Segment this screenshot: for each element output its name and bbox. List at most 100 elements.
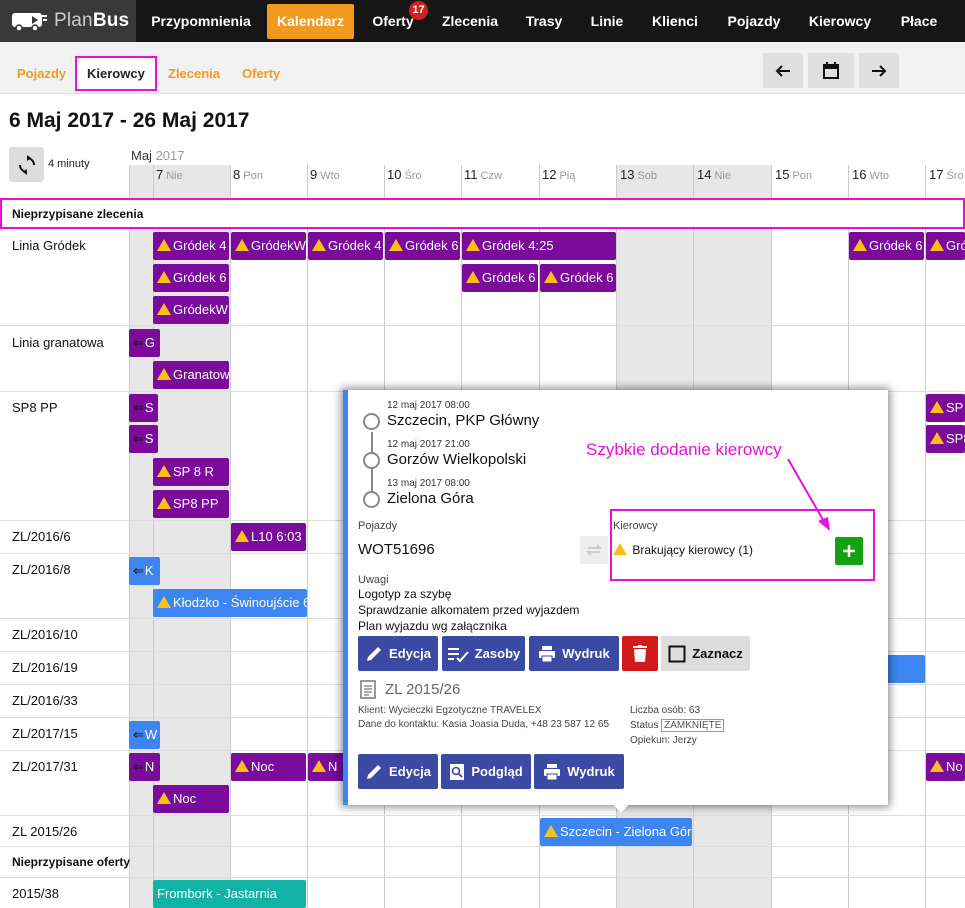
warning-icon bbox=[930, 401, 944, 413]
offers-count-badge: 17 bbox=[409, 1, 428, 20]
annotation-arrow-icon bbox=[787, 458, 830, 531]
stop-name: Szczecin, PKP Główny bbox=[387, 412, 540, 429]
day-column bbox=[129, 165, 153, 908]
calendar-event[interactable]: Gródek 6 bbox=[385, 232, 460, 260]
row-separator bbox=[0, 325, 965, 326]
delete-button[interactable] bbox=[622, 636, 658, 671]
tab-offers[interactable]: Oferty bbox=[242, 56, 280, 91]
order-print-button[interactable]: Wydruk bbox=[534, 754, 624, 789]
nav-routes[interactable]: Trasy bbox=[517, 0, 571, 42]
calendar-event[interactable]: Kłodzko - Świnoujście 6 bbox=[153, 589, 307, 617]
top-nav-bar: PlanBus Przypomnienia Kalendarz Oferty 1… bbox=[0, 0, 965, 42]
calendar-event[interactable]: No bbox=[926, 753, 965, 781]
calendar-event[interactable]: ⇐S bbox=[129, 425, 158, 453]
row-label: Linia Gródek bbox=[12, 238, 86, 253]
calendar-event[interactable]: SP 8 R bbox=[153, 458, 229, 486]
row-label: ZL/2017/31 bbox=[12, 759, 78, 774]
swap-vehicle-button[interactable] bbox=[580, 536, 608, 564]
nav-reminders[interactable]: Przypomnienia bbox=[148, 0, 254, 42]
nav-orders[interactable]: Zlecenia bbox=[435, 0, 505, 42]
printer-icon bbox=[544, 763, 561, 780]
calendar-event[interactable]: Gródek 6 bbox=[153, 264, 229, 292]
calendar-event[interactable]: SP bbox=[926, 394, 965, 422]
warning-icon bbox=[157, 465, 171, 477]
calendar-event[interactable]: ⇐S bbox=[129, 394, 158, 422]
calendar-event[interactable]: ⇐G bbox=[129, 329, 160, 357]
calendar-event[interactable]: ⇐N bbox=[129, 753, 160, 781]
warning-icon bbox=[853, 239, 867, 251]
select-button[interactable]: Zaznacz bbox=[661, 636, 750, 671]
warning-icon bbox=[312, 760, 326, 772]
nav-clients[interactable]: Klienci bbox=[645, 0, 705, 42]
calendar-event[interactable]: Gródek 4:25 bbox=[462, 232, 616, 260]
calendar-event[interactable]: Gródek 6 bbox=[462, 264, 538, 292]
order-number[interactable]: ZL 2015/26 bbox=[385, 681, 460, 698]
calendar-event[interactable]: Noc bbox=[153, 785, 229, 813]
row-label: SP8 PP bbox=[12, 400, 58, 415]
stop-time: 13 maj 2017 08:00 bbox=[387, 478, 470, 489]
stop-name: Gorzów Wielkopolski bbox=[387, 451, 527, 468]
add-driver-button[interactable] bbox=[835, 537, 863, 565]
day-header: 16 Wto bbox=[852, 167, 890, 182]
edit-button[interactable]: Edycja bbox=[358, 636, 438, 671]
calendar-event[interactable]: Gródek 4 bbox=[153, 232, 229, 260]
notes-label: Uwagi bbox=[358, 574, 389, 586]
tab-drivers[interactable]: Kierowcy bbox=[75, 56, 157, 91]
nav-vehicles[interactable]: Pojazdy bbox=[719, 0, 789, 42]
calendar-event[interactable]: GródekW bbox=[231, 232, 306, 260]
nav-calendar[interactable]: Kalendarz bbox=[267, 4, 354, 39]
tab-orders[interactable]: Zlecenia bbox=[168, 56, 220, 91]
vehicle-plate[interactable]: WOT51696 bbox=[358, 541, 435, 558]
calendar-event[interactable]: Szczecin - Zielona Góra bbox=[540, 818, 692, 846]
calendar-event[interactable]: Granatow bbox=[153, 361, 229, 389]
warning-icon bbox=[157, 497, 171, 509]
day-header: 14 Nie bbox=[697, 167, 731, 182]
unassigned-orders-section bbox=[0, 198, 965, 229]
day-header: 10 Śro bbox=[387, 167, 422, 182]
row-label: ZL/2016/8 bbox=[12, 562, 71, 577]
row-label: Linia granatowa bbox=[12, 335, 104, 350]
warning-icon bbox=[235, 239, 249, 251]
calendar-event[interactable]: L10 6:03 bbox=[231, 523, 306, 551]
calendar-event[interactable]: GródekW bbox=[153, 296, 229, 324]
warning-icon bbox=[157, 368, 171, 380]
day-header: 13 Sob bbox=[620, 167, 658, 182]
prev-period-button[interactable] bbox=[763, 53, 803, 88]
calendar-event[interactable]: Gródek 6 bbox=[849, 232, 924, 260]
calendar-offer-event[interactable]: Frombork - Jastarnia bbox=[153, 880, 306, 908]
refresh-button[interactable] bbox=[9, 147, 44, 182]
calendar-event[interactable]: ⇐W bbox=[129, 721, 160, 749]
stop-time: 12 maj 2017 08:00 bbox=[387, 400, 470, 411]
calendar-event[interactable]: Gródek 6 bbox=[540, 264, 616, 292]
planbus-logo[interactable]: PlanBus bbox=[0, 0, 136, 42]
warning-icon bbox=[930, 432, 944, 444]
calendar-event[interactable]: Gródek bbox=[926, 232, 965, 260]
calendar-event[interactable]: Noc bbox=[231, 753, 306, 781]
calendar-event[interactable]: N bbox=[308, 753, 348, 781]
calendar-subbar: Pojazdy Kierowcy Zlecenia Oferty bbox=[0, 42, 965, 94]
next-period-button[interactable] bbox=[859, 53, 899, 88]
warning-icon bbox=[544, 271, 558, 283]
day-header: 17 Śro bbox=[929, 167, 964, 182]
nav-payroll[interactable]: Płace bbox=[890, 0, 948, 42]
section-title: Nieprzypisane oferty bbox=[12, 855, 131, 869]
calendar-event[interactable]: SP8 bbox=[926, 425, 965, 453]
contact-info: Dane do kontaktu: Kasia Joasia Duda, +48… bbox=[358, 719, 610, 730]
order-edit-button[interactable]: Edycja bbox=[358, 754, 438, 789]
order-preview-button[interactable]: Podgląd bbox=[441, 754, 531, 789]
warning-icon bbox=[157, 303, 171, 315]
resources-button[interactable]: Zasoby bbox=[442, 636, 525, 671]
calendar-picker-button[interactable] bbox=[808, 53, 854, 88]
nav-drivers[interactable]: Kierowcy bbox=[801, 0, 879, 42]
row-label: ZL/2016/6 bbox=[12, 529, 71, 544]
calendar-event[interactable]: Gródek 4 bbox=[308, 232, 383, 260]
client-info: Klient: Wycieczki Egzotyczne TRAVELEX bbox=[358, 705, 542, 716]
tab-vehicles[interactable]: Pojazdy bbox=[17, 56, 66, 91]
nav-lines[interactable]: Linie bbox=[583, 0, 631, 42]
preview-icon bbox=[450, 763, 465, 780]
pencil-icon bbox=[367, 646, 382, 661]
print-button[interactable]: Wydruk bbox=[529, 636, 619, 671]
row-separator bbox=[0, 815, 965, 816]
calendar-event[interactable]: ⇐K bbox=[129, 557, 160, 585]
calendar-event[interactable]: SP8 PP bbox=[153, 490, 229, 518]
